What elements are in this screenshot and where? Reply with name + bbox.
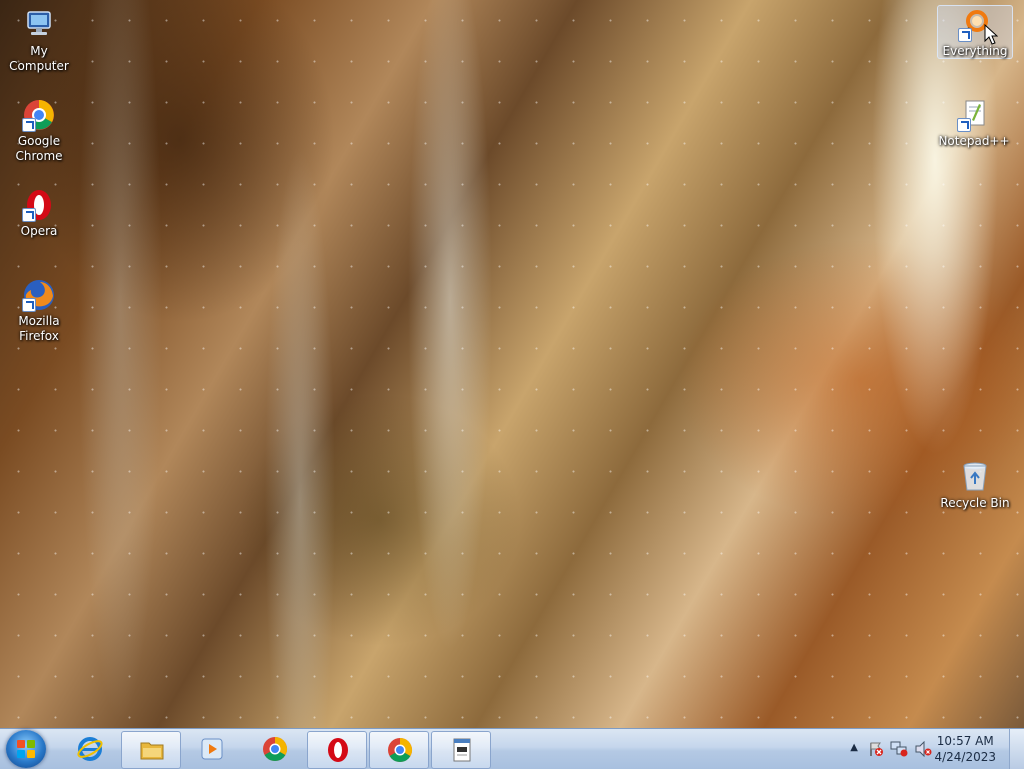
desktop-icon-label: Opera: [20, 224, 58, 238]
volume-muted-icon[interactable]: [914, 741, 932, 757]
media-player-icon: [199, 736, 225, 762]
shortcut-arrow-icon: [22, 118, 36, 132]
notepad-window-icon: [449, 737, 475, 763]
chrome-icon: [22, 98, 56, 132]
opera-icon: [325, 737, 351, 763]
desktop-icon-my-computer[interactable]: My Computer: [1, 8, 77, 74]
windows-logo-icon: [17, 740, 35, 758]
taskbar-item-media-player[interactable]: [182, 731, 240, 767]
start-button[interactable]: [6, 730, 46, 768]
chrome-icon: [387, 737, 413, 763]
network-icon[interactable]: [890, 741, 908, 757]
notepad-plus-plus-icon: [957, 98, 991, 132]
desktop[interactable]: My Computer Google Chrome Opera Mozilla …: [0, 0, 1024, 728]
shortcut-arrow-icon: [957, 118, 971, 132]
chrome-icon: [262, 736, 288, 762]
action-center-flag-icon[interactable]: [868, 741, 884, 757]
taskbar-item-chrome-window[interactable]: [369, 731, 429, 769]
desktop-icon-label: Everything: [942, 44, 1008, 58]
desktop-icon-label: Google Chrome: [15, 134, 63, 163]
show-desktop-button[interactable]: [1009, 729, 1024, 769]
wallpaper-sparkles: [0, 0, 1024, 728]
desktop-icon-label: My Computer: [9, 44, 69, 73]
taskbar-item-notepad[interactable]: [431, 731, 491, 769]
computer-icon: [22, 8, 56, 42]
opera-icon: [22, 188, 56, 222]
file-explorer-icon: [139, 737, 165, 763]
internet-explorer-icon: [77, 736, 103, 762]
desktop-icon-notepad-plus-plus[interactable]: Notepad++: [936, 98, 1012, 149]
show-hidden-icons-chevron-up-icon[interactable]: ▲: [850, 742, 858, 753]
desktop-icon-recycle-bin[interactable]: Recycle Bin: [937, 460, 1013, 511]
desktop-icon-label: Mozilla Firefox: [18, 314, 60, 343]
taskbar-item-internet-explorer[interactable]: [60, 731, 118, 767]
firefox-icon: [22, 278, 56, 312]
desktop-icon-google-chrome[interactable]: Google Chrome: [1, 98, 77, 164]
taskbar-item-file-explorer[interactable]: [121, 731, 181, 769]
clock-date: 4/24/2023: [934, 750, 996, 764]
desktop-icon-mozilla-firefox[interactable]: Mozilla Firefox: [1, 278, 77, 344]
taskbar-clock[interactable]: 10:57 AM 4/24/2023: [934, 733, 996, 765]
recycle-bin-icon: [958, 460, 992, 494]
desktop-icon-label: Notepad++: [938, 134, 1010, 148]
desktop-icon-opera[interactable]: Opera: [1, 188, 77, 239]
taskbar: ▲ 10:57 AM 4/24/2023: [0, 728, 1024, 769]
taskbar-item-chrome[interactable]: [245, 731, 303, 767]
shortcut-arrow-icon: [22, 298, 36, 312]
desktop-icon-label: Recycle Bin: [940, 496, 1010, 510]
mouse-cursor-icon: [984, 24, 998, 45]
shortcut-arrow-icon: [958, 28, 972, 42]
desktop-icon-everything[interactable]: Everything: [937, 5, 1013, 59]
taskbar-item-opera[interactable]: [307, 731, 367, 769]
clock-time: 10:57 AM: [936, 734, 994, 748]
shortcut-arrow-icon: [22, 208, 36, 222]
